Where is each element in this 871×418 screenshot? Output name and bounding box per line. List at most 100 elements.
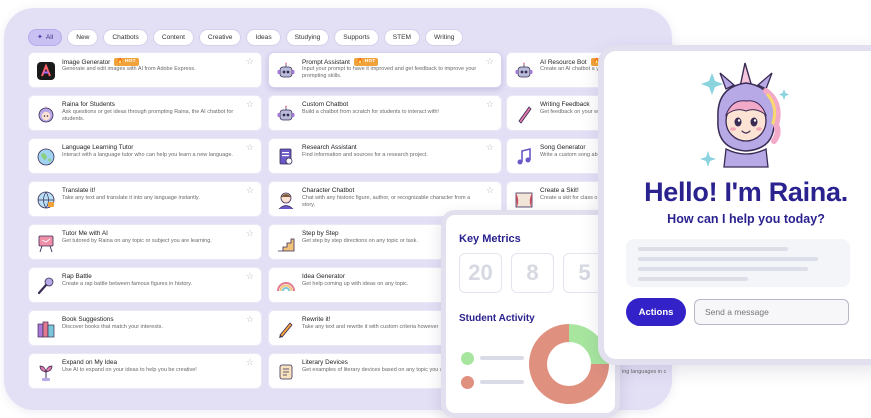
tool-card[interactable]: Translate it! Take any text and translate… (28, 181, 262, 217)
tool-description: Use AI to expand on your ideas to help y… (62, 367, 197, 373)
favorite-star-icon[interactable]: ☆ (246, 272, 254, 281)
metric-box: 20 (459, 253, 502, 293)
tool-title: Research Assistant (302, 144, 357, 151)
filter-chip-new[interactable]: New (67, 29, 99, 46)
legend-dot-red (461, 376, 474, 389)
filter-chips: ✦ All New Chatbots Content Creative Idea… (28, 29, 464, 46)
legend-dot-green (461, 352, 474, 365)
actions-button[interactable]: Actions (626, 298, 686, 326)
scroll-icon (276, 362, 296, 382)
tool-card[interactable]: Image Generator 🔥 HOT Generate and edit im… (28, 52, 262, 88)
tool-title-text: Raina for Students (62, 101, 115, 108)
filter-chip-label: All (45, 34, 54, 41)
filter-chip-studying[interactable]: Studying (285, 29, 330, 46)
tool-description: Build a chatbot from scratch for student… (302, 109, 439, 115)
filter-chip-label: Chatbots (112, 34, 139, 41)
filter-chip-content[interactable]: Content (152, 29, 194, 46)
adobe-express-icon (36, 61, 56, 81)
legend-bar (480, 380, 524, 384)
filter-chip-writing[interactable]: Writing (425, 29, 464, 46)
tool-card[interactable]: Expand on My Idea Use AI to expand on you… (28, 353, 262, 389)
tool-title-text: Tutor Me with AI (62, 230, 108, 237)
tool-title: Character Chatbot (302, 187, 354, 194)
tool-title: Writing Feedback (540, 101, 590, 108)
filter-chip-all[interactable]: ✦ All (28, 29, 63, 46)
favorite-star-icon[interactable]: ☆ (246, 229, 254, 238)
document-search-icon (276, 147, 296, 167)
tool-description: Input your prompt to have it improved an… (302, 66, 477, 80)
tool-title: Language Learning Tutor (62, 144, 133, 151)
tool-title-text: Character Chatbot (302, 187, 355, 194)
tool-description: Get tutored by Raina on any topic or sub… (62, 238, 212, 244)
tool-title: Rewrite it! (302, 316, 330, 323)
character-icon (276, 190, 296, 210)
raina-chat-panel: Hello! I'm Raina. How can I help you tod… (598, 45, 871, 365)
tool-card[interactable]: Language Learning Tutor Interact with a l… (28, 138, 262, 174)
tool-card[interactable]: Tutor Me with AI Get tutored by Raina on … (28, 224, 262, 260)
tool-description: Find information and sources for a resea… (302, 152, 428, 158)
filter-chip-label: Content (161, 34, 185, 41)
tool-title: Expand on My Idea (62, 359, 117, 366)
filter-chip-label: Creative (207, 34, 233, 41)
filter-chip-supports[interactable]: Supports (334, 29, 379, 46)
tool-description: Chat with any historic figure, author, o… (302, 195, 471, 209)
favorite-star-icon[interactable]: ☆ (246, 315, 254, 324)
tool-description: Interact with a language tutor who can h… (62, 152, 233, 158)
tool-title-text: AI Resource Bot (540, 58, 587, 66)
hot-badge: 🔥 HOT (114, 58, 139, 66)
theater-icon (514, 190, 534, 210)
tool-description: Discover books that match your interests… (62, 324, 163, 330)
tool-title-text: Song Generator (540, 144, 586, 151)
tool-card[interactable]: Raina for Students Ask questions or get i… (28, 95, 262, 131)
favorite-star-icon[interactable]: ☆ (486, 143, 494, 152)
filter-chip-ideas[interactable]: Ideas (246, 29, 281, 46)
pencil-icon (276, 319, 296, 339)
tool-title: Image Generator 🔥 HOT (62, 58, 139, 66)
metric-box: 8 (511, 253, 554, 293)
key-metrics-title: Key Metrics (459, 233, 521, 245)
favorite-star-icon[interactable]: ☆ (246, 57, 254, 66)
tool-card[interactable]: Rap Battle Create a rap battle between fa… (28, 267, 262, 303)
tool-description: Take any text and translate it into any … (62, 195, 200, 201)
filter-chip-label: New (76, 34, 90, 41)
globe-translate-icon (36, 190, 56, 210)
chat-message-placeholder (626, 239, 850, 287)
favorite-star-icon[interactable]: ☆ (246, 186, 254, 195)
tool-title-text: Idea Generator (302, 273, 345, 280)
favorite-star-icon[interactable]: ☆ (486, 57, 494, 66)
favorite-star-icon[interactable]: ☆ (246, 100, 254, 109)
favorite-star-icon[interactable]: ☆ (486, 100, 494, 109)
sparkle-icon: ✦ (37, 34, 43, 41)
tool-title-text: Step by Step (302, 230, 339, 237)
tool-card[interactable]: Book Suggestions Discover books that matc… (28, 310, 262, 346)
tool-title-text: Language Learning Tutor (62, 144, 134, 151)
filter-chip-chatbots[interactable]: Chatbots (103, 29, 148, 46)
tool-description: Create a rap battle between famous figur… (62, 281, 193, 287)
plant-icon (36, 362, 56, 382)
tool-title-text: Expand on My Idea (62, 359, 118, 366)
tool-card[interactable]: Custom Chatbot Build a chatbot from scrat… (268, 95, 502, 131)
rainbow-icon (276, 276, 296, 296)
send-message-input[interactable] (694, 299, 849, 325)
filter-chip-label: Supports (343, 34, 370, 41)
globe-icon (36, 147, 56, 167)
tool-card[interactable]: Prompt Assistant 🔥 HOT Input your prompt t… (268, 52, 502, 88)
tool-title: Idea Generator (302, 273, 345, 280)
books-icon (36, 319, 56, 339)
favorite-star-icon[interactable]: ☆ (246, 143, 254, 152)
favorite-star-icon[interactable]: ☆ (486, 186, 494, 195)
robot-icon (514, 61, 534, 81)
robot-icon (276, 61, 296, 81)
tool-card[interactable]: Research Assistant Find information and s… (268, 138, 502, 174)
legend-bar (480, 356, 524, 360)
filter-chip-stem[interactable]: STEM (383, 29, 421, 46)
tool-title-text: Literary Devices (302, 359, 348, 366)
tool-title-text: Custom Chatbot (302, 101, 349, 108)
favorite-star-icon[interactable]: ☆ (246, 358, 254, 367)
steps-icon (276, 233, 296, 253)
peek-text: ing languages in c (622, 369, 667, 375)
pen-icon (514, 104, 534, 124)
filter-chip-label: STEM (392, 34, 412, 41)
tool-description: Ask questions or get ideas through promp… (62, 109, 234, 123)
filter-chip-creative[interactable]: Creative (198, 29, 242, 46)
